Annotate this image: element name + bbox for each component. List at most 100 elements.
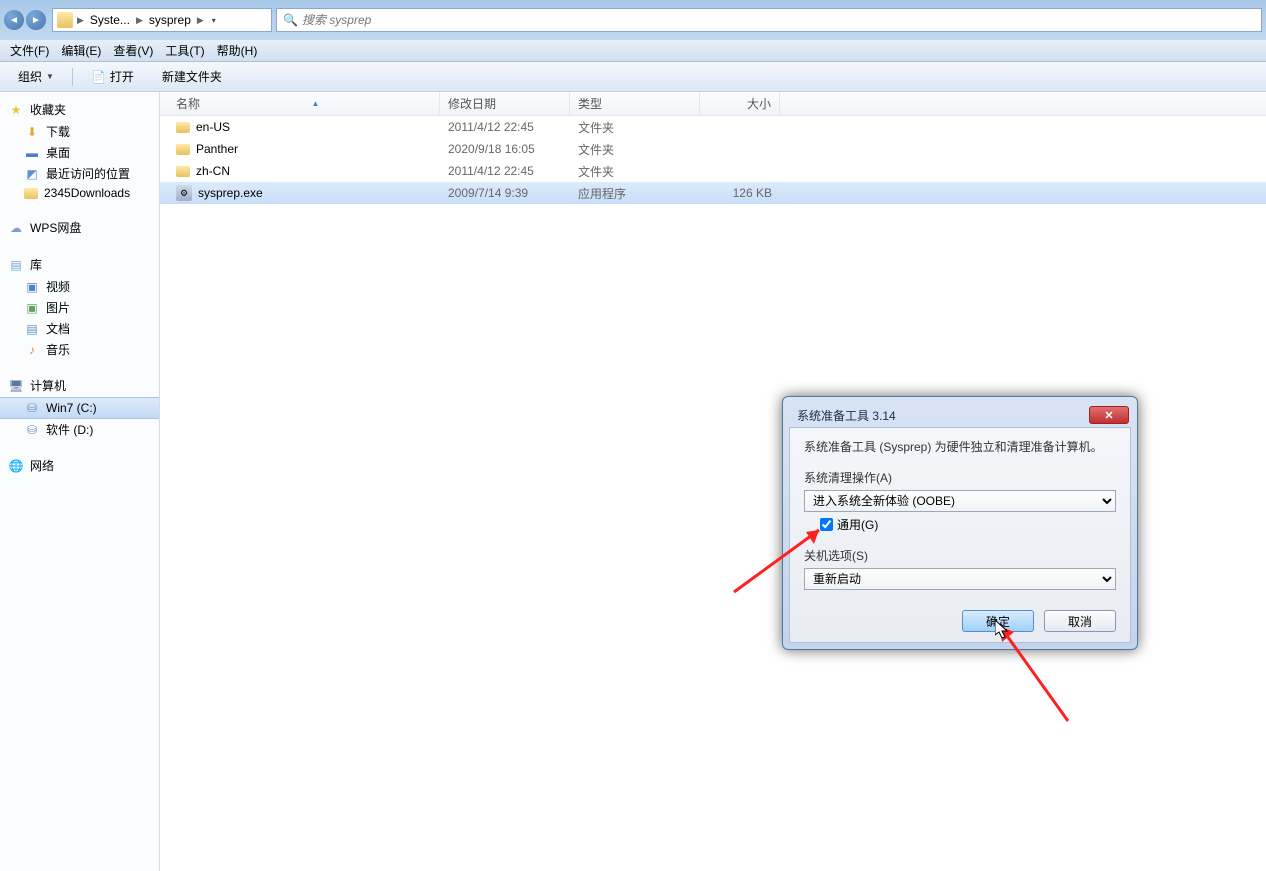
sidebar-computer: 🖥 计算机 ⛁ Win7 (C:) ⛁ 软件 (D:) xyxy=(0,374,159,440)
nav-buttons: ◄ ► xyxy=(4,10,46,30)
organize-label: 组织 xyxy=(18,68,42,85)
breadcrumb-part[interactable]: Syste... xyxy=(88,13,132,27)
new-folder-label: 新建文件夹 xyxy=(162,68,222,85)
column-header-size[interactable]: 大小 xyxy=(700,92,780,115)
folder-icon xyxy=(176,144,190,155)
file-row[interactable]: en-US2011/4/12 22:45文件夹 xyxy=(160,116,1266,138)
file-list-body: en-US2011/4/12 22:45文件夹Panther2020/9/18 … xyxy=(160,116,1266,204)
organize-button[interactable]: 组织 ▼ xyxy=(8,65,64,88)
file-size-cell: 126 KB xyxy=(700,186,780,200)
sidebar-item-2345downloads[interactable]: 2345Downloads xyxy=(0,184,159,202)
menu-tools[interactable]: 工具(T) xyxy=(159,40,210,61)
sidebar-item-music[interactable]: ♪ 音乐 xyxy=(0,339,159,360)
menu-help[interactable]: 帮助(H) xyxy=(211,40,264,61)
document-icon: ▤ xyxy=(24,321,40,337)
sidebar-item-recent[interactable]: ◩ 最近访问的位置 xyxy=(0,163,159,184)
sidebar-item-video[interactable]: ▣ 视频 xyxy=(0,276,159,297)
file-name: sysprep.exe xyxy=(198,186,263,200)
chevron-down-icon: ▼ xyxy=(46,72,54,81)
sidebar-header-libraries[interactable]: ▤ 库 xyxy=(0,253,159,276)
file-date-cell: 2020/9/18 16:05 xyxy=(440,142,570,156)
sidebar-item-label: 下载 xyxy=(46,123,70,140)
dialog-title: 系统准备工具 3.14 xyxy=(797,407,896,424)
menu-file[interactable]: 文件(F) xyxy=(4,40,55,61)
sidebar-item-label: 软件 (D:) xyxy=(46,421,93,438)
menubar: 文件(F) 编辑(E) 查看(V) 工具(T) 帮助(H) xyxy=(0,40,1266,62)
library-icon: ▤ xyxy=(8,257,24,273)
picture-icon: ▣ xyxy=(24,300,40,316)
file-type-cell: 应用程序 xyxy=(570,185,700,202)
file-name-cell: ⚙ sysprep.exe xyxy=(160,185,440,201)
cleanup-select[interactable]: 进入系统全新体验 (OOBE) xyxy=(804,490,1116,512)
file-name-cell: zh-CN xyxy=(160,164,440,178)
cancel-button[interactable]: 取消 xyxy=(1044,610,1116,632)
file-row[interactable]: ⚙ sysprep.exe 2009/7/14 9:39应用程序126 KB xyxy=(160,182,1266,204)
sidebar-header-wps[interactable]: ☁ WPS网盘 xyxy=(0,216,159,239)
sidebar-wps: ☁ WPS网盘 xyxy=(0,216,159,239)
sidebar-favorites: ★ 收藏夹 ⬇ 下载 ▬ 桌面 ◩ 最近访问的位置 2345Downloads xyxy=(0,98,159,202)
sidebar: ★ 收藏夹 ⬇ 下载 ▬ 桌面 ◩ 最近访问的位置 2345Downloads xyxy=(0,92,160,871)
column-header-name[interactable]: 名称 ▲ xyxy=(160,92,440,115)
generalize-label: 通用(G) xyxy=(837,516,878,533)
file-date-cell: 2009/7/14 9:39 xyxy=(440,186,570,200)
drive-icon: ⛁ xyxy=(24,400,40,416)
address-breadcrumb[interactable]: ▶ Syste... ▶ sysprep ▶ ▾ xyxy=(52,8,272,32)
menu-edit[interactable]: 编辑(E) xyxy=(55,40,107,61)
dialog-buttons: 确定 取消 xyxy=(804,610,1116,632)
sidebar-item-desktop[interactable]: ▬ 桌面 xyxy=(0,142,159,163)
nav-back-button[interactable]: ◄ xyxy=(4,10,24,30)
favorites-label: 收藏夹 xyxy=(30,101,66,118)
shutdown-select[interactable]: 重新启动 xyxy=(804,568,1116,590)
chevron-right-icon: ▶ xyxy=(77,15,84,26)
new-folder-button[interactable]: 新建文件夹 xyxy=(152,65,232,88)
file-name: Panther xyxy=(196,142,238,156)
sidebar-item-label: Win7 (C:) xyxy=(46,401,97,415)
sidebar-header-favorites[interactable]: ★ 收藏夹 xyxy=(0,98,159,121)
sidebar-header-computer[interactable]: 🖥 计算机 xyxy=(0,374,159,397)
close-button[interactable]: ✕ xyxy=(1089,406,1129,424)
titlebar: ◄ ► ▶ Syste... ▶ sysprep ▶ ▾ 🔍 xyxy=(0,0,1266,40)
sidebar-item-pictures[interactable]: ▣ 图片 xyxy=(0,297,159,318)
desktop-icon: ▬ xyxy=(24,145,40,161)
chevron-right-icon: ▶ xyxy=(136,15,143,26)
menu-view[interactable]: 查看(V) xyxy=(107,40,159,61)
breadcrumb-dropdown[interactable]: ▾ xyxy=(208,10,220,30)
sort-ascending-icon: ▲ xyxy=(312,99,320,108)
ok-button[interactable]: 确定 xyxy=(962,610,1034,632)
sidebar-item-label: 视频 xyxy=(46,278,70,295)
sidebar-item-documents[interactable]: ▤ 文档 xyxy=(0,318,159,339)
star-icon: ★ xyxy=(8,102,24,118)
column-header-type[interactable]: 类型 xyxy=(570,92,700,115)
breadcrumb-part[interactable]: sysprep xyxy=(147,13,193,27)
file-type-cell: 文件夹 xyxy=(570,163,700,180)
toolbar: 组织 ▼ 📄 打开 新建文件夹 xyxy=(0,62,1266,92)
music-icon: ♪ xyxy=(24,342,40,358)
sidebar-item-downloads[interactable]: ⬇ 下载 xyxy=(0,121,159,142)
file-date-cell: 2011/4/12 22:45 xyxy=(440,164,570,178)
sidebar-header-network[interactable]: 🌐 网络 xyxy=(0,454,159,477)
search-box: 🔍 xyxy=(276,8,1262,32)
file-type-cell: 文件夹 xyxy=(570,141,700,158)
toolbar-separator xyxy=(72,68,73,86)
file-row[interactable]: zh-CN2011/4/12 22:45文件夹 xyxy=(160,160,1266,182)
dialog-titlebar[interactable]: 系统准备工具 3.14 ✕ xyxy=(789,403,1131,427)
open-button[interactable]: 📄 打开 xyxy=(81,65,144,88)
file-date-cell: 2011/4/12 22:45 xyxy=(440,120,570,134)
file-row[interactable]: Panther 2020/9/18 16:05文件夹 xyxy=(160,138,1266,160)
sidebar-item-label: 图片 xyxy=(46,299,70,316)
exe-icon: ⚙ xyxy=(176,185,192,201)
download-icon: ⬇ xyxy=(24,124,40,140)
file-name-cell: en-US xyxy=(160,120,440,134)
cleanup-label: 系统清理操作(A) xyxy=(804,469,1116,486)
sidebar-item-drive-c[interactable]: ⛁ Win7 (C:) xyxy=(0,397,159,419)
drive-icon: ⛁ xyxy=(24,422,40,438)
column-header-date[interactable]: 修改日期 xyxy=(440,92,570,115)
generalize-row[interactable]: 通用(G) xyxy=(804,516,1116,533)
folder-icon xyxy=(24,188,38,199)
nav-forward-button[interactable]: ► xyxy=(26,10,46,30)
sidebar-item-label: 桌面 xyxy=(46,144,70,161)
search-input[interactable] xyxy=(302,13,1255,27)
generalize-checkbox[interactable] xyxy=(820,518,833,531)
sidebar-item-drive-d[interactable]: ⛁ 软件 (D:) xyxy=(0,419,159,440)
chevron-right-icon: ▶ xyxy=(197,15,204,26)
